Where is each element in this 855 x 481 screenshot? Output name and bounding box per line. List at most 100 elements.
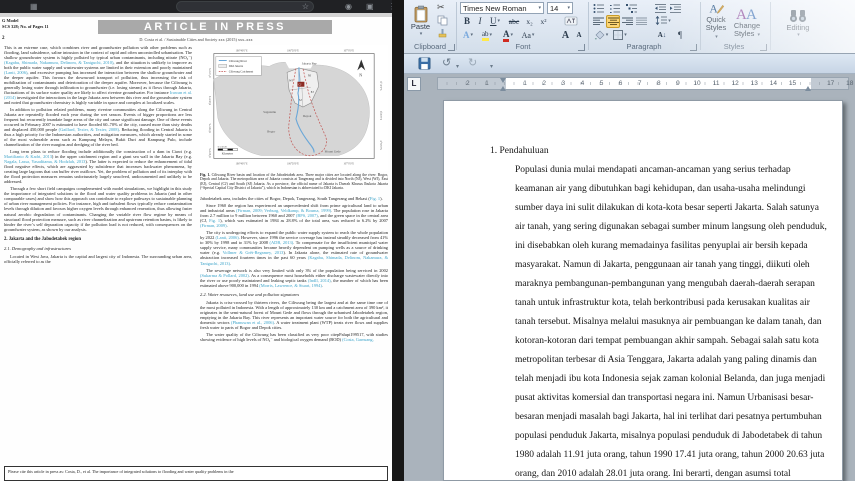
citation-link[interactable]: (Costa, Garnsang, (342, 337, 374, 342)
text-run: Through a few short field campaigns comp… (4, 186, 192, 232)
ruler-number: 15 (788, 80, 797, 87)
borders-button[interactable]: ▾ (611, 29, 629, 41)
strikethrough-button[interactable]: abc (506, 15, 522, 27)
journal-pages-line: SCS 328; No. of Pages 11 (2, 23, 49, 29)
label-sugutamu: Sugutamu (263, 110, 276, 114)
sort-button[interactable]: A ↓ (654, 29, 670, 41)
paper-paragraph: Through a few short field campaigns comp… (4, 186, 192, 231)
paste-button[interactable]: Paste ▾ (407, 1, 434, 41)
subscript-button[interactable]: x₂ (523, 15, 536, 27)
scale-label: Kilometers (222, 153, 233, 156)
paste-label: Paste (410, 22, 431, 31)
word-window: Paste ▾ ✂ Clipboard Times New Roman ▾ 14… (404, 0, 855, 481)
apps-grid-icon[interactable]: ▦ (30, 1, 38, 12)
align-right-button[interactable] (621, 15, 634, 27)
y-tick-r2: 6°20′0″S (379, 111, 382, 121)
font-color-button[interactable]: A ▾ (499, 29, 517, 42)
shading-button[interactable]: ▾ (592, 29, 610, 41)
superscript-button[interactable]: x² (537, 15, 550, 27)
text-run: . (321, 282, 323, 288)
numbered-list-icon[interactable] (609, 3, 621, 14)
tab-stop-selector[interactable]: L (407, 77, 421, 91)
editing-label: Editing (786, 23, 810, 32)
editing-dropdown-icon[interactable]: ▾ (797, 32, 800, 38)
line-spacing-button[interactable]: ▾ (654, 15, 672, 27)
grow-font-button[interactable]: A (559, 29, 572, 41)
justify-button[interactable] (635, 15, 648, 27)
paragraph-dialog-launcher[interactable] (690, 44, 697, 51)
text-run: ). (380, 196, 383, 202)
multilevel-list-icon[interactable] (625, 3, 638, 14)
change-styles-icon: A A (736, 7, 757, 22)
ruler-number: 2 (465, 80, 470, 87)
format-painter-icon[interactable] (437, 28, 448, 39)
label-bogor: Bogor (267, 130, 276, 134)
ruler-number: 18 (846, 80, 854, 87)
bookmark-star-icon[interactable]: ☆ (302, 2, 309, 12)
document-page[interactable]: 1. Pendahuluan Populasi dunia mulai mend… (443, 100, 843, 481)
doc-body[interactable]: Populasi dunia mulai mendapati ancaman-a… (490, 161, 830, 480)
styles-dialog-launcher[interactable] (760, 44, 767, 51)
font-name-dropdown-icon[interactable]: ▾ (538, 5, 541, 11)
doc-paragraph[interactable]: Populasi dunia mulai mendapati ancaman-a… (515, 161, 830, 480)
undo-icon[interactable]: ↺ (442, 56, 451, 71)
highlight-button[interactable]: ab ▾ (478, 29, 496, 41)
paste-dropdown-icon[interactable]: ▾ (420, 31, 423, 37)
paragraph-group-label: Paragraph (626, 42, 662, 51)
italic-button[interactable]: I (474, 15, 486, 27)
text-effects-button[interactable]: A ▾ (461, 29, 475, 41)
x-tick-b2: 106°50′0″E (287, 162, 299, 165)
address-bar[interactable]: ☆ (176, 1, 314, 12)
ruler-number: 5 (599, 80, 604, 87)
cut-icon[interactable]: ✂ (437, 2, 445, 13)
map-svg: Ciliwung River DKI Jakarta Ciliwung Catc… (209, 50, 382, 166)
paper-paragraph: Long term plans to reduce flooding inclu… (4, 149, 192, 184)
citation-link[interactable]: Fig. 1 (370, 196, 380, 201)
bold-button[interactable]: B (461, 15, 473, 27)
shrink-font-button[interactable]: A (573, 29, 585, 41)
underline-button[interactable]: U ▾ (487, 15, 503, 27)
increase-indent-icon[interactable] (669, 3, 682, 14)
redo-icon[interactable]: ↻ (468, 56, 477, 71)
right-indent-marker[interactable] (805, 83, 811, 91)
font-size-combobox[interactable]: 14 ▾ (547, 2, 573, 14)
customize-toolbar-icon[interactable]: ▾ (490, 60, 493, 75)
text-run: This is an extreme case, which combines … (4, 45, 192, 61)
font-group-label: Font (515, 42, 531, 51)
profile-icon[interactable]: ◉ (345, 1, 352, 12)
quick-styles-button[interactable]: A Quick Styles ▾ (703, 1, 729, 41)
horizontal-ruler[interactable]: 1 2 1 2 3 4 5 6 7 8 9 10 11 12 13 14 15 17 18 (437, 77, 853, 91)
x-tick-2: 106°50′0″E (287, 50, 299, 53)
doc-heading[interactable]: 1. Pendahuluan (490, 142, 830, 161)
paper-paragraph: This is an extreme case, which combines … (4, 45, 192, 105)
paper-paragraph: In addition to pollution related problem… (4, 107, 192, 147)
align-left-button[interactable] (592, 15, 605, 27)
text-run: Ciliwung River basin and location of the… (200, 173, 388, 190)
clipboard-dialog-launcher[interactable] (448, 44, 455, 51)
pdf-page: G Model SCS 328; No. of Pages 11 ARTICLE… (0, 17, 392, 481)
font-dialog-launcher[interactable] (578, 44, 585, 51)
show-paragraph-marks-button[interactable]: ¶ (674, 29, 686, 41)
citation-link[interactable]: (Firman, 2009) (200, 223, 227, 228)
change-case-button[interactable]: Aa ▾ (519, 29, 537, 41)
hanging-indent-marker[interactable] (500, 83, 506, 91)
change-styles-button[interactable]: A A Change Styles ▾ (733, 1, 761, 41)
editing-button[interactable]: Editing ▾ (778, 1, 818, 45)
undo-dropdown-icon[interactable]: ▾ (456, 60, 459, 75)
bullet-list-icon[interactable] (593, 3, 605, 14)
label-depok: Depok (303, 114, 312, 118)
paper-heading: 2.1. Demography and infrastructures (4, 246, 192, 251)
paper-paragraph: The sewerage network is also very limite… (200, 268, 388, 288)
phonetic-guide-icon[interactable] (564, 15, 578, 27)
svg-text:A: A (746, 7, 757, 22)
figure-caption: Fig. 1. Ciliwung River basin and locatio… (200, 173, 388, 190)
align-center-button[interactable] (606, 15, 620, 28)
font-size-dropdown-icon[interactable]: ▾ (567, 5, 570, 11)
copy-icon[interactable] (437, 15, 448, 26)
citation-link[interactable]: (Morris, Lawrence, & Stuart, 1994) (259, 283, 322, 288)
paper-paragraph: Located in West Java, Jakarta is the cap… (4, 254, 192, 264)
font-name-combobox[interactable]: Times New Roman ▾ (460, 2, 544, 14)
extensions-icon[interactable]: ▣ (366, 1, 374, 12)
save-icon[interactable] (418, 57, 431, 70)
decrease-indent-icon[interactable] (654, 3, 667, 14)
